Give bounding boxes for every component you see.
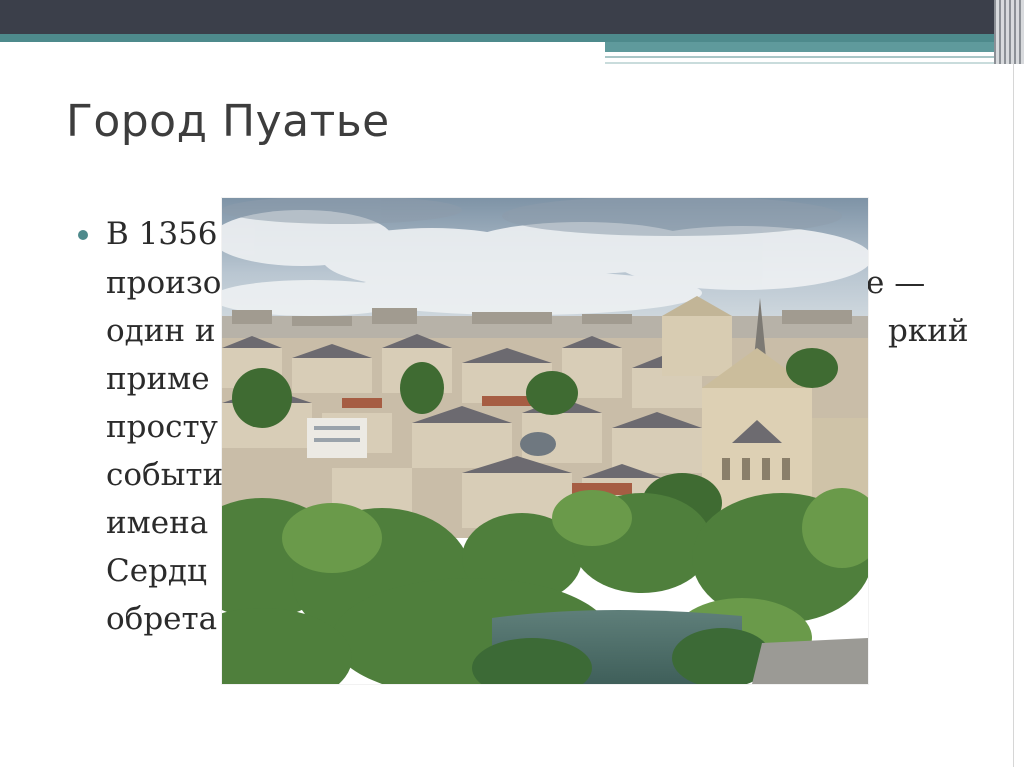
slide-title: Город Пуатье <box>66 96 390 147</box>
side-stripes-decoration <box>994 0 1024 64</box>
bullet-line: Сердц <box>106 553 207 589</box>
bullet-line-tail: е — <box>866 265 926 301</box>
accent-line <box>605 62 995 64</box>
bullet-line: приме <box>106 361 210 397</box>
bullet-dot-icon <box>78 230 88 240</box>
accent-band <box>0 34 995 42</box>
bullet-line: В 1356 <box>106 216 218 252</box>
bullet-line: имена <box>106 505 209 541</box>
city-panorama-image <box>222 198 868 684</box>
accent-band-secondary <box>605 42 995 52</box>
bullet-line: один и <box>106 313 216 349</box>
bullet-line: событи <box>106 457 224 493</box>
bullet-line: обрета <box>106 601 218 637</box>
accent-line <box>605 56 995 58</box>
bullet-line: произо <box>106 265 222 301</box>
page-edge-line <box>1013 64 1014 767</box>
bullet-line: просту <box>106 409 218 445</box>
top-bar <box>0 0 1024 34</box>
city-photo <box>222 198 868 684</box>
bullet-line-tail: ркий <box>888 313 969 349</box>
